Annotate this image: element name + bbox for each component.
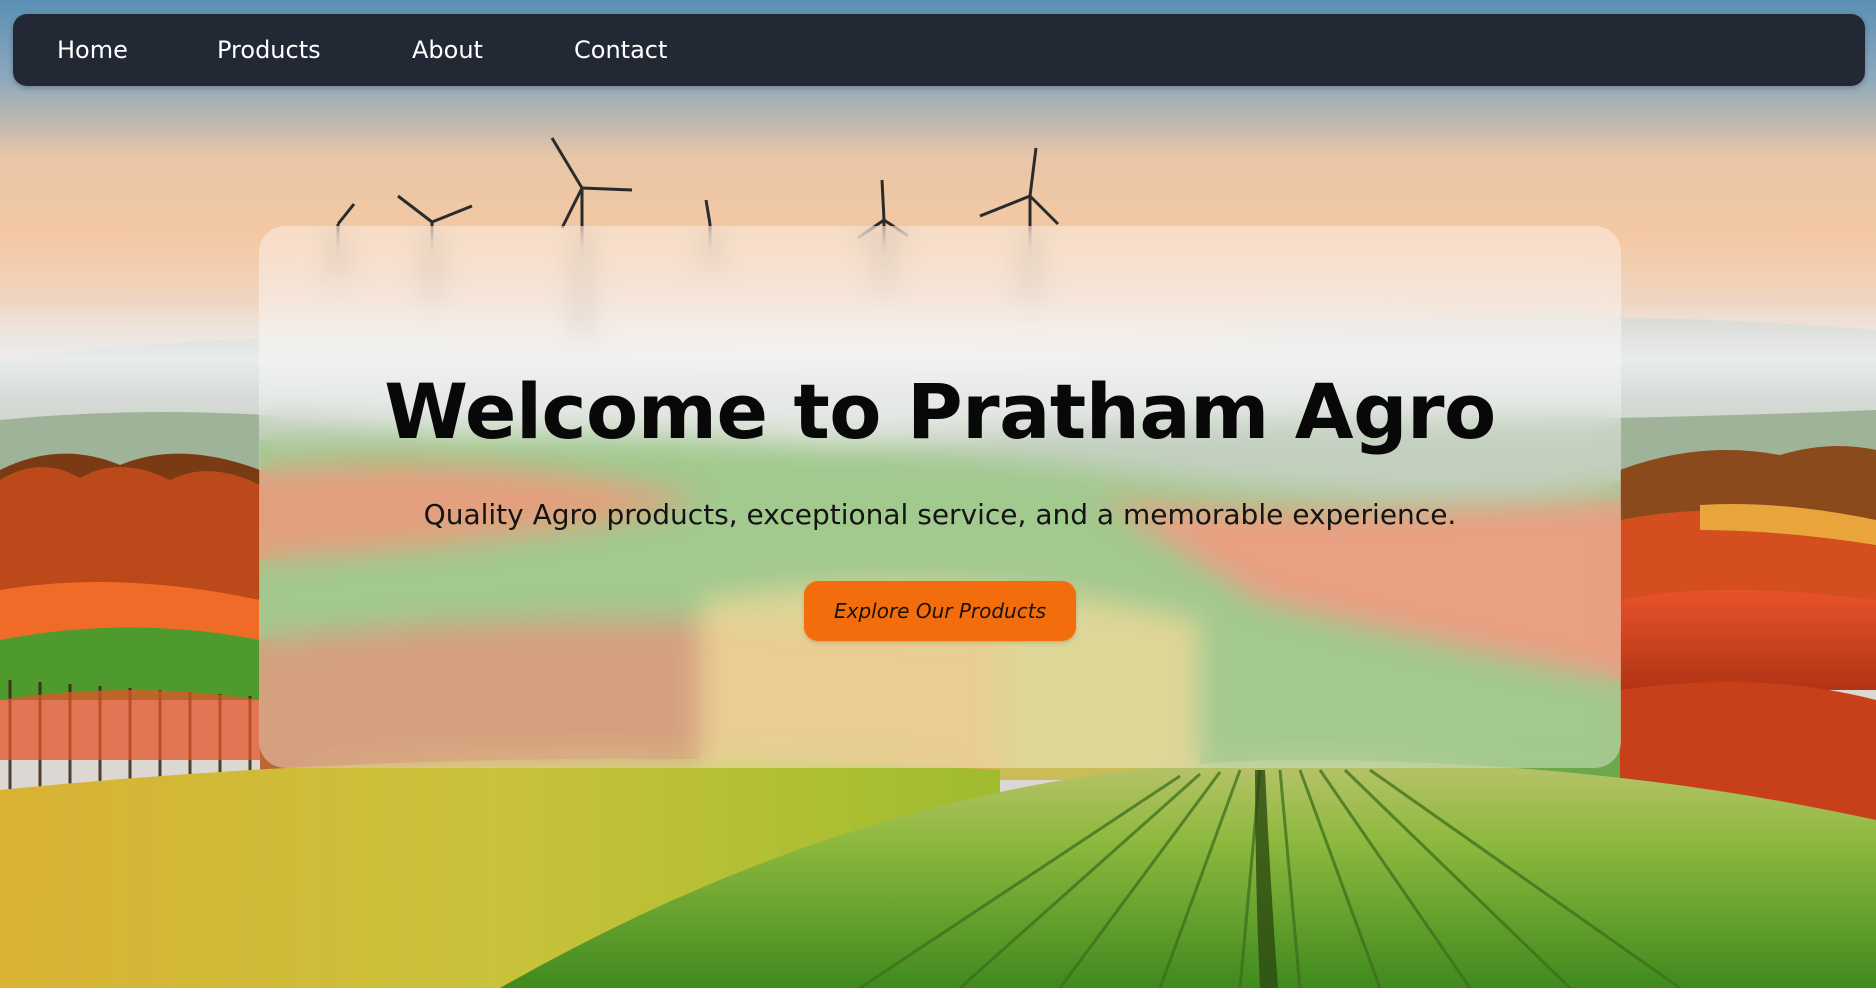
hero-glass-panel — [259, 226, 1621, 768]
top-nav-bar: Home Products About Contact — [13, 14, 1865, 86]
hero-title: Welcome to Pratham Agro — [384, 367, 1496, 456]
nav-link-products[interactable]: Products — [217, 36, 321, 64]
page: Home Products About Contact Welcome to P… — [0, 0, 1876, 988]
explore-products-button[interactable]: Explore Our Products — [804, 581, 1076, 641]
nav-link-contact[interactable]: Contact — [574, 36, 667, 64]
nav-link-home[interactable]: Home — [57, 36, 128, 64]
hero-subtitle: Quality Agro products, exceptional servi… — [423, 498, 1457, 531]
nav-link-about[interactable]: About — [412, 36, 483, 64]
hero-card: Welcome to Pratham Agro Quality Agro pro… — [259, 226, 1621, 768]
